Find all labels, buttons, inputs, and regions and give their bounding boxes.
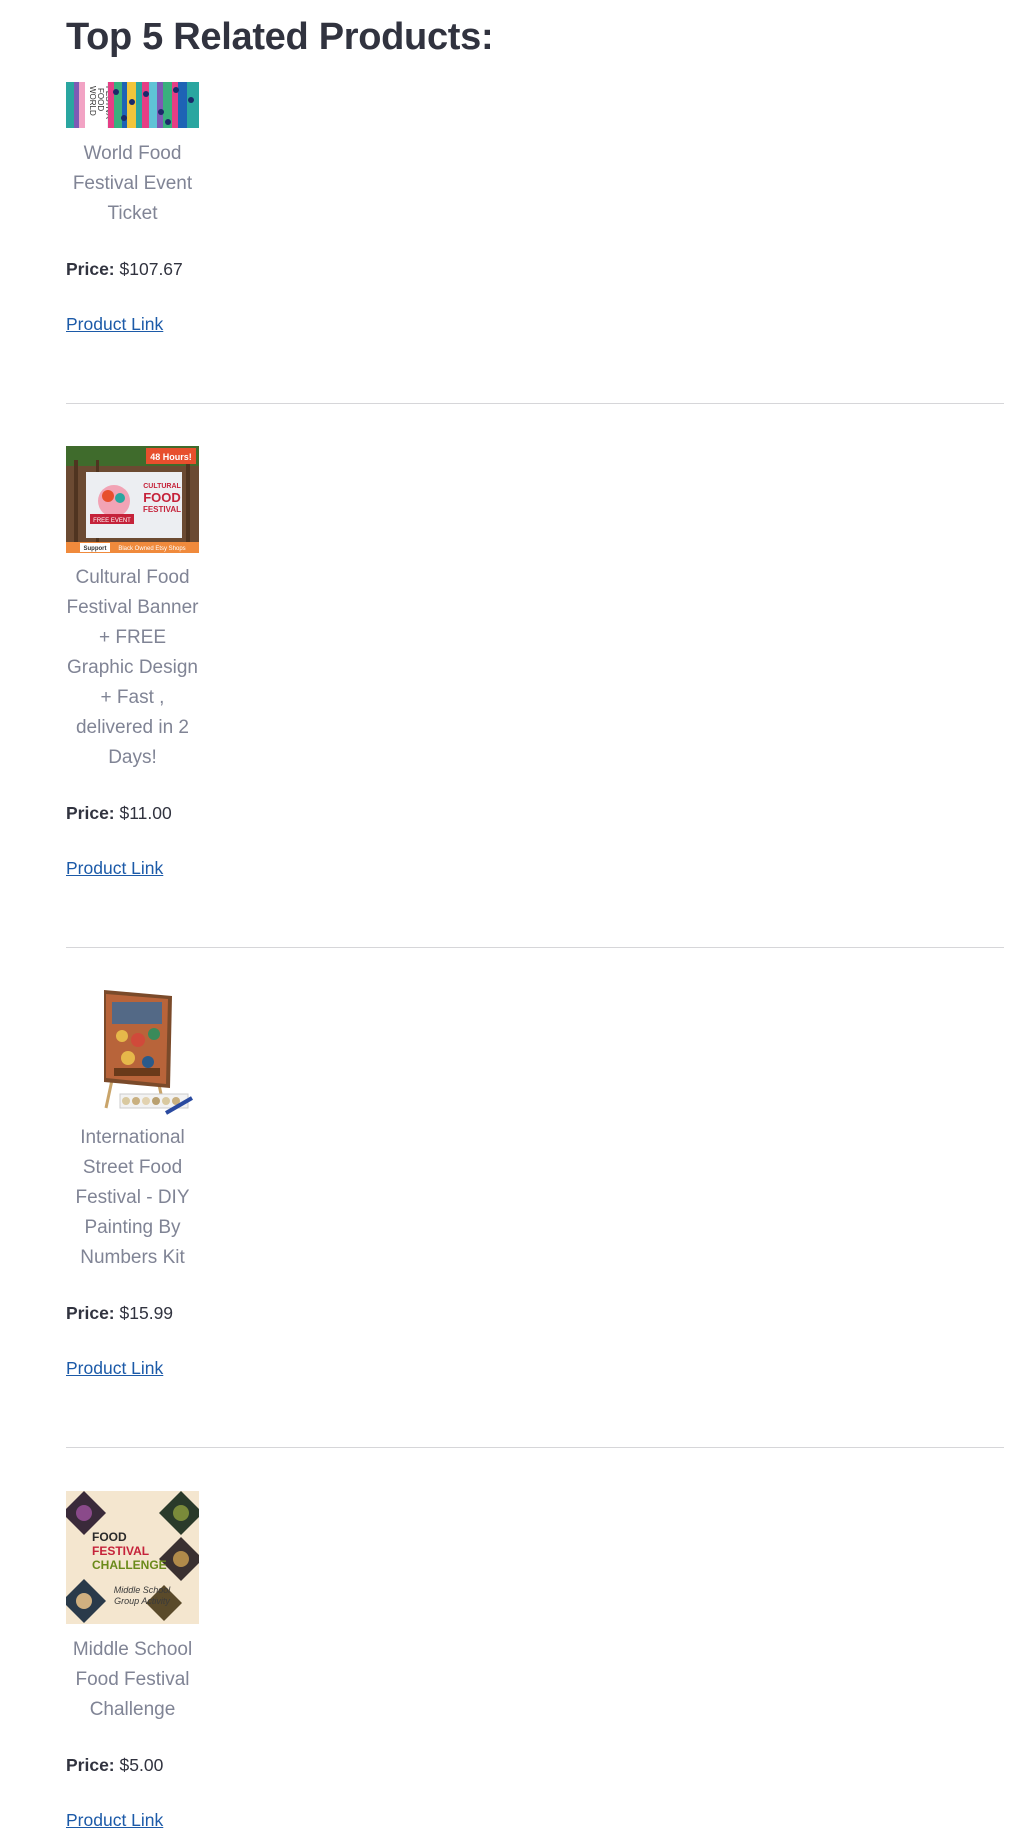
product-link[interactable]: Product Link [66, 312, 163, 336]
price-value: $11.00 [119, 803, 172, 823]
svg-text:FESTIVAL: FESTIVAL [92, 1544, 149, 1558]
price-label: Price: [66, 1303, 115, 1323]
svg-text:CHALLENGE: CHALLENGE [92, 1558, 167, 1572]
product-thumbnail[interactable] [66, 988, 199, 1121]
product-card: International Street Food Festival - DIY… [66, 988, 996, 1380]
svg-text:WORLD: WORLD [88, 86, 97, 116]
product-price: Price: $5.00 [66, 1753, 996, 1777]
svg-text:Middle School: Middle School [114, 1585, 172, 1595]
product-card: 48 Hours! FREE EVENT CULTURAL FOOD FESTI… [66, 446, 996, 880]
price-label: Price: [66, 803, 115, 823]
svg-text:Group Activity: Group Activity [114, 1596, 170, 1606]
svg-text:FOOD: FOOD [92, 1530, 127, 1544]
divider [66, 1447, 1004, 1448]
svg-text:FOOD: FOOD [143, 490, 181, 505]
challenge-image: FOOD FESTIVAL CHALLENGE Middle School Gr… [66, 1491, 199, 1624]
price-label: Price: [66, 1755, 115, 1775]
price-value: $5.00 [119, 1755, 164, 1775]
product-thumbnail[interactable]: WORLD FOOD FESTIVA [66, 82, 199, 128]
product-thumbnail[interactable]: FOOD FESTIVAL CHALLENGE Middle School Gr… [66, 1491, 199, 1624]
divider [66, 947, 1004, 948]
product-link[interactable]: Product Link [66, 1808, 163, 1832]
svg-text:FOOD: FOOD [96, 88, 105, 111]
product-thumbnail[interactable]: 48 Hours! FREE EVENT CULTURAL FOOD FESTI… [66, 446, 199, 553]
svg-text:FESTIVAL: FESTIVAL [143, 505, 181, 514]
product-price: Price: $107.67 [66, 257, 996, 281]
product-link[interactable]: Product Link [66, 856, 163, 880]
product-name: International Street Food Festival - DIY… [75, 1127, 190, 1268]
product-name: Cultural Food Festival Banner + FREE Gra… [66, 567, 199, 768]
banner-image: 48 Hours! FREE EVENT CULTURAL FOOD FESTI… [66, 446, 199, 553]
painting-kit-image [66, 988, 199, 1121]
divider [66, 403, 1004, 404]
product-card: FOOD FESTIVAL CHALLENGE Middle School Gr… [66, 1491, 996, 1832]
price-value: $15.99 [119, 1303, 174, 1323]
price-label: Price: [66, 259, 115, 279]
svg-text:Support: Support [84, 546, 107, 552]
product-name: World Food Festival Event Ticket [72, 143, 193, 224]
svg-text:48 Hours!: 48 Hours! [150, 452, 192, 462]
svg-text:Black Owned Etsy Shops: Black Owned Etsy Shops [118, 546, 185, 552]
related-products-section: Top 5 Related Products: WORLD FOOD FESTI… [66, 0, 1004, 1832]
product-name: Middle School Food Festival Challenge [72, 1639, 193, 1720]
svg-text:FREE EVENT: FREE EVENT [93, 518, 131, 524]
product-link[interactable]: Product Link [66, 1356, 163, 1380]
section-heading: Top 5 Related Products: [66, 16, 494, 58]
product-card: WORLD FOOD FESTIVA World [66, 82, 996, 336]
svg-text:CULTURAL: CULTURAL [143, 483, 181, 490]
ticket-image: WORLD FOOD FESTIVA [66, 82, 199, 128]
product-price: Price: $15.99 [66, 1301, 996, 1325]
product-price: Price: $11.00 [66, 801, 996, 825]
price-value: $107.67 [119, 259, 183, 279]
